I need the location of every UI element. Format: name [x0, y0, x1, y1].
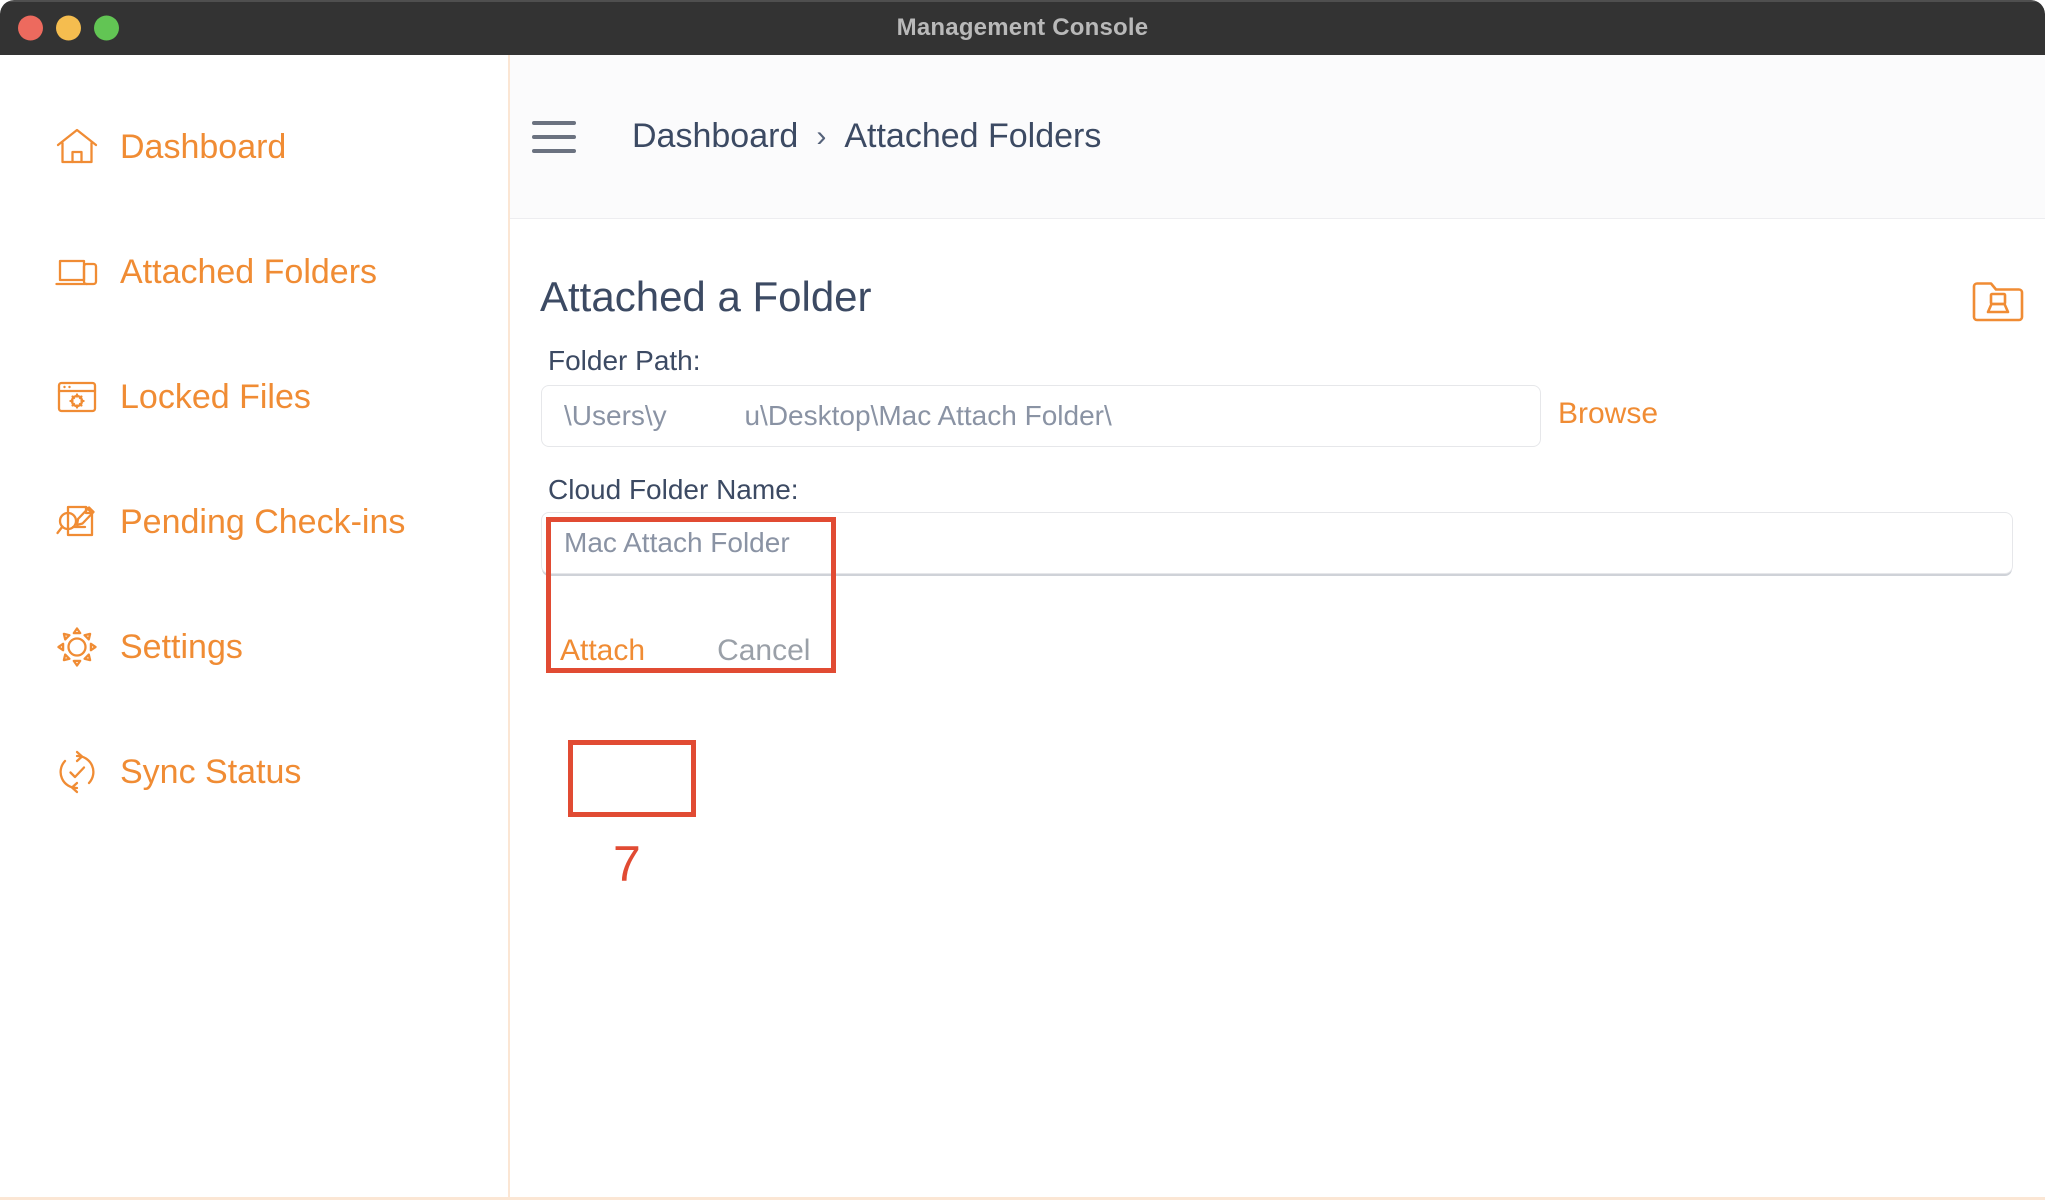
sidebar-item-settings[interactable]: Settings	[0, 617, 508, 677]
breadcrumb: Dashboard › Attached Folders	[632, 117, 1101, 156]
gear-icon	[54, 624, 100, 670]
window-body: Dashboard Attached Folders Locked Files …	[0, 55, 2045, 1200]
sidebar-item-pending-check-ins[interactable]: Pending Check-ins	[0, 492, 508, 552]
hamburger-icon[interactable]	[532, 120, 576, 153]
titlebar-highlight	[0, 0, 2045, 2]
home-icon	[54, 124, 100, 170]
attach-button[interactable]: Attach	[542, 624, 663, 678]
sidebar-item-dashboard[interactable]: Dashboard	[0, 117, 508, 177]
browse-button[interactable]: Browse	[1558, 399, 1658, 429]
sidebar-item-sync-status[interactable]: Sync Status	[0, 742, 508, 802]
sidebar-item-label: Pending Check-ins	[120, 503, 406, 541]
close-button[interactable]	[18, 15, 43, 40]
sidebar-item-label: Dashboard	[120, 128, 287, 166]
sidebar-item-locked-files[interactable]: Locked Files	[0, 367, 508, 427]
title-bar: Management Console	[0, 0, 2045, 55]
sidebar-item-label: Attached Folders	[120, 253, 378, 291]
minimize-button[interactable]	[56, 15, 81, 40]
sidebar: Dashboard Attached Folders Locked Files …	[0, 55, 510, 1200]
main-panel: Dashboard › Attached Folders Attached a …	[510, 55, 2045, 1200]
page-title: Attached a Folder	[540, 273, 872, 320]
sync-icon	[54, 749, 100, 795]
folder-device-icon[interactable]	[1970, 274, 2026, 326]
breadcrumb-root[interactable]: Dashboard	[632, 117, 798, 156]
cancel-button[interactable]: Cancel	[717, 636, 810, 666]
sidebar-item-label: Locked Files	[120, 378, 311, 416]
locked-window-icon	[54, 374, 100, 420]
cloud-folder-name-label: Cloud Folder Name:	[548, 474, 799, 505]
breadcrumb-current[interactable]: Attached Folders	[844, 117, 1101, 156]
window-title: Management Console	[896, 13, 1149, 41]
content-area: Attached a Folder Folder Path: \Users\y …	[510, 219, 2045, 1200]
main-header: Dashboard › Attached Folders	[510, 55, 2045, 219]
app-window: Management Console Dashboard Attached Fo…	[0, 0, 2045, 1200]
cloud-folder-name-input[interactable]: Mac Attach Folder	[541, 512, 2013, 574]
devices-icon	[54, 249, 100, 295]
folder-path-input[interactable]: \Users\y u\Desktop\Mac Attach Folder\	[541, 385, 1541, 447]
sidebar-item-attached-folders[interactable]: Attached Folders	[0, 242, 508, 302]
sidebar-nav: Dashboard Attached Folders Locked Files …	[0, 117, 508, 802]
folder-path-label: Folder Path:	[548, 345, 701, 376]
action-button-row: Attach Cancel	[542, 624, 810, 678]
sidebar-item-label: Settings	[120, 628, 243, 666]
document-edit-icon	[54, 499, 100, 545]
zoom-button[interactable]	[94, 15, 119, 40]
traffic-lights	[18, 15, 119, 40]
sidebar-item-label: Sync Status	[120, 753, 302, 791]
chevron-right-icon: ›	[816, 119, 827, 153]
